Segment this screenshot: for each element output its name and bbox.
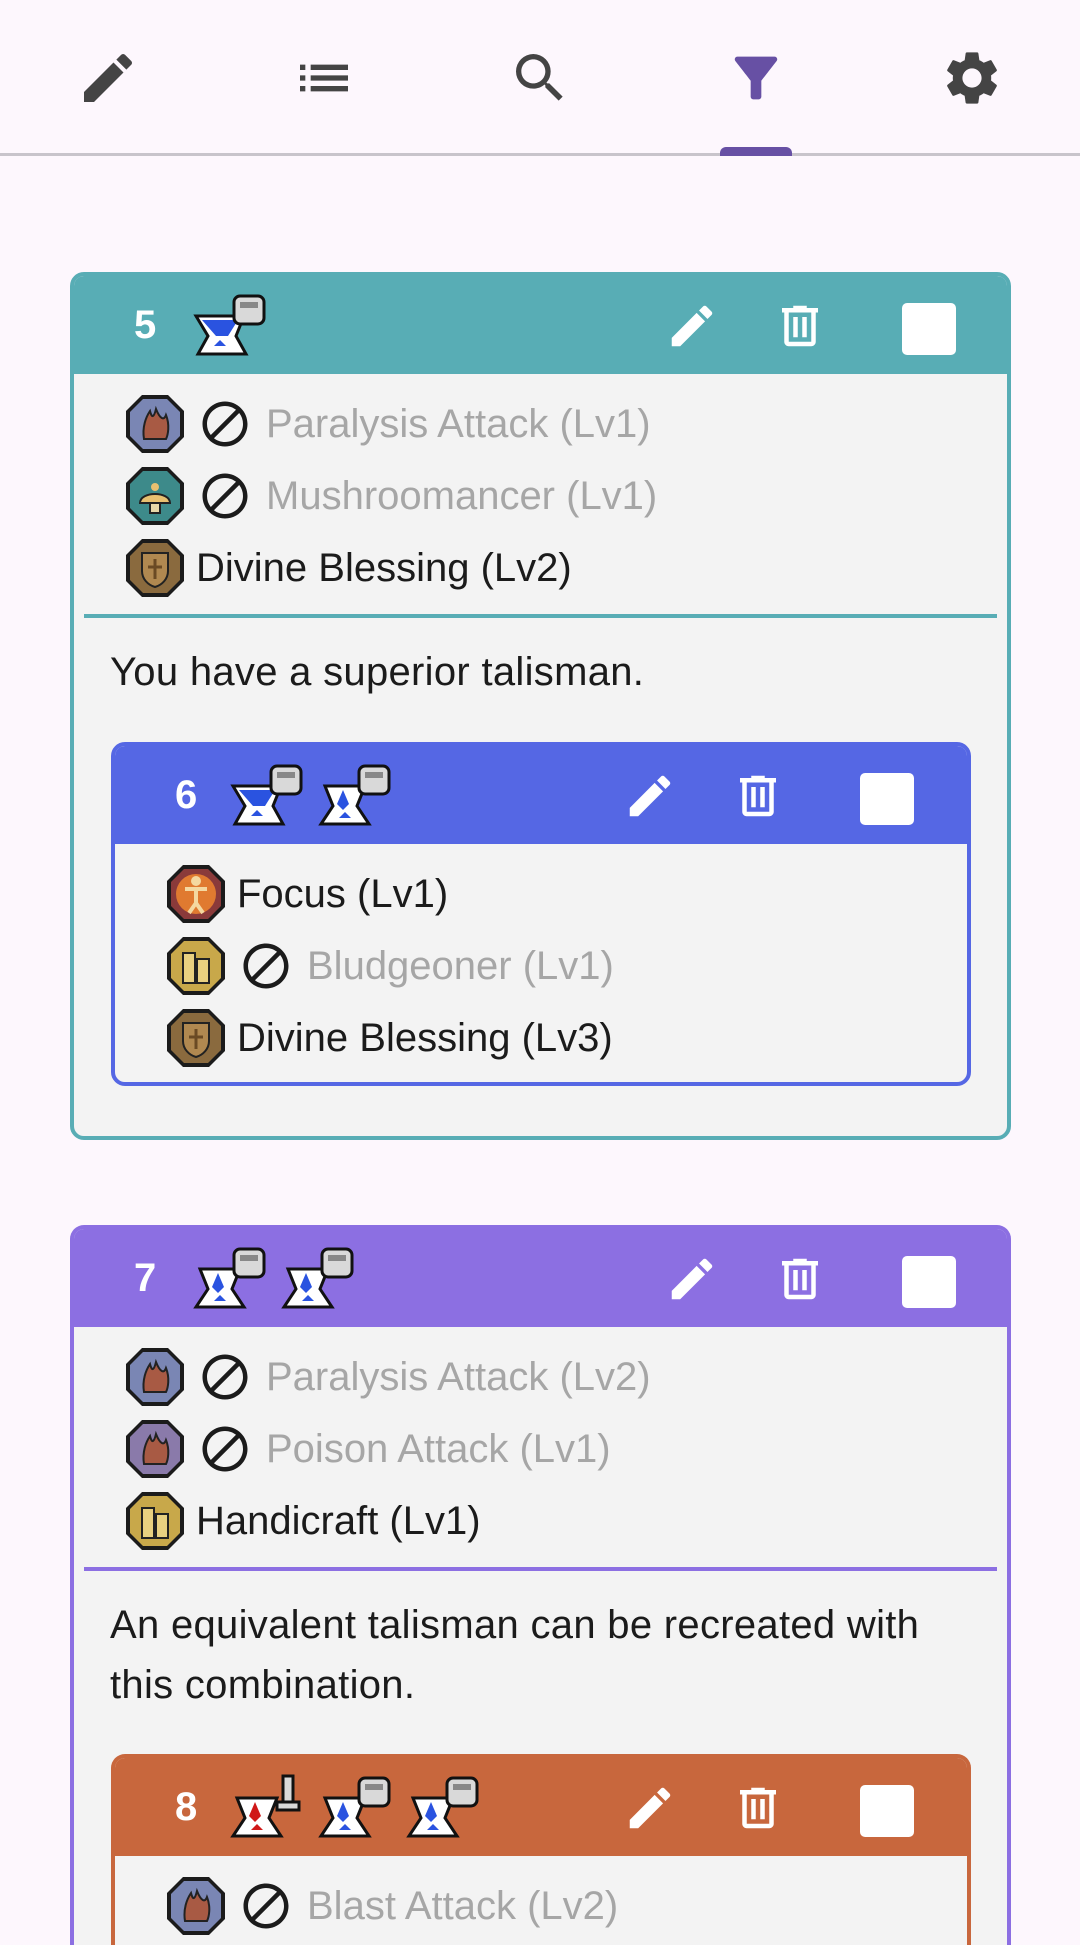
card-number: 7 (134, 1255, 157, 1300)
skill-name: Poison Attack (Lv1) (266, 1426, 611, 1471)
card-header: 8 (115, 1758, 967, 1856)
delete-button[interactable] (730, 1780, 786, 1836)
skill-row: Paralysis Attack (Lv2) (124, 1341, 1007, 1413)
card-number: 8 (175, 1784, 198, 1829)
select-checkbox[interactable] (902, 303, 956, 355)
excluded-icon (243, 1883, 289, 1929)
filter-icon (734, 56, 778, 100)
charm-blue-icon (403, 1772, 485, 1842)
trash-icon (740, 775, 776, 817)
talisman-card-7: 7 Paralysis Attack (Lv2) Poison Attack (… (70, 1225, 1011, 1945)
charm-blue-icon (315, 1772, 397, 1842)
skill-row: Paralysis Attack (Lv1) (124, 388, 1007, 460)
excluded-icon (243, 943, 289, 989)
delete-button[interactable] (772, 1251, 828, 1307)
card-number: 5 (134, 302, 157, 347)
charm-icons (227, 760, 397, 830)
skill-row: Divine Blessing (Lv2) (124, 532, 1007, 604)
list-icon (300, 64, 348, 92)
skill-name: Paralysis Attack (Lv2) (266, 1354, 651, 1399)
excluded-icon (202, 473, 248, 519)
skill-row: Focus (Lv1) (165, 858, 967, 930)
card-number: 6 (175, 772, 198, 817)
skill-row: Handicraft (Lv1) (124, 1485, 1007, 1557)
tab-filter[interactable] (648, 0, 864, 156)
edit-button[interactable] (664, 298, 720, 354)
blast-skill-icon (165, 1875, 227, 1937)
focus-skill-icon (165, 863, 227, 925)
select-checkbox[interactable] (860, 773, 914, 825)
delete-button[interactable] (772, 298, 828, 354)
charm-icons (190, 290, 272, 360)
skill-row: Divine Blessing (Lv3) (165, 1002, 967, 1074)
charm-icons (227, 1772, 485, 1842)
trash-icon (782, 1258, 818, 1300)
card-header: 6 (115, 746, 967, 844)
tab-settings[interactable] (864, 0, 1080, 156)
paralysis-skill-icon (124, 393, 186, 455)
skill-name: Paralysis Attack (Lv1) (266, 401, 651, 446)
skill-name: Bludgeoner (Lv1) (307, 943, 614, 988)
excluded-icon (202, 1426, 248, 1472)
craft-skill-icon (165, 935, 227, 997)
selected-tab-indicator (720, 147, 792, 156)
trash-icon (782, 305, 818, 347)
excluded-icon (202, 401, 248, 447)
pencil-icon (629, 775, 671, 817)
skill-name: Handicraft (Lv1) (196, 1498, 481, 1543)
pencil-icon (84, 53, 133, 102)
skill-name: Mushroomancer (Lv1) (266, 473, 658, 518)
charm-blue-icon (190, 290, 272, 360)
excluded-icon (202, 1354, 248, 1400)
skill-row: Poison Attack (Lv1) (124, 1413, 1007, 1485)
skill-list: Paralysis Attack (Lv2) Poison Attack (Lv… (74, 1327, 1007, 1567)
charm-blue-icon (227, 760, 309, 830)
delete-button[interactable] (730, 768, 786, 824)
pencil-icon (629, 1787, 671, 1829)
charm-blue-icon (278, 1243, 360, 1313)
mushroom-skill-icon (124, 465, 186, 527)
skill-name: Divine Blessing (Lv3) (237, 1015, 613, 1060)
skill-list: Focus (Lv1) Bludgeoner (Lv1) Divine Bles… (115, 844, 967, 1084)
select-checkbox[interactable] (902, 1256, 956, 1308)
charm-icons (190, 1243, 360, 1313)
top-navigation-bar (0, 0, 1080, 156)
tab-edit[interactable] (0, 0, 216, 156)
charm-blue-icon (190, 1243, 272, 1313)
skill-list: Blast Attack (Lv2) (115, 1856, 967, 1945)
talisman-card-5: 5 Paralysis Attack (Lv1) Mushroomancer (… (70, 272, 1011, 1140)
charm-red-icon (227, 1772, 309, 1842)
talisman-card-6: 6 Focus (Lv1) Bludgeoner (Lv1) Divine Bl… (111, 742, 971, 1086)
skill-row: Mushroomancer (Lv1) (124, 460, 1007, 532)
poison-skill-icon (124, 1418, 186, 1480)
edit-button[interactable] (664, 1251, 720, 1307)
skill-row: Bludgeoner (Lv1) (165, 930, 967, 1002)
skill-list: Paralysis Attack (Lv1) Mushroomancer (Lv… (74, 374, 1007, 614)
card-header: 7 (74, 1229, 1007, 1327)
skill-name: Focus (Lv1) (237, 871, 449, 916)
trash-icon (740, 1787, 776, 1829)
search-icon (516, 54, 563, 101)
charm-blue-icon (315, 760, 397, 830)
skill-name: Blast Attack (Lv2) (307, 1883, 619, 1928)
skill-row: Blast Attack (Lv2) (165, 1870, 967, 1942)
select-checkbox[interactable] (860, 1785, 914, 1837)
card-header: 5 (74, 276, 1007, 374)
tab-search[interactable] (432, 0, 648, 156)
edit-button[interactable] (622, 768, 678, 824)
card-note: You have a superior talisman. (110, 650, 645, 694)
gear-icon (947, 52, 997, 104)
card-note: An equivalent talisman can be recreated … (110, 1603, 920, 1707)
shield-skill-icon (124, 537, 186, 599)
tab-list[interactable] (216, 0, 432, 156)
pencil-icon (671, 1258, 713, 1300)
skill-name: Divine Blessing (Lv2) (196, 545, 572, 590)
shield-skill-icon (165, 1007, 227, 1069)
talisman-card-8: 8 Blast Attack (Lv2) (111, 1754, 971, 1945)
craft-skill-icon (124, 1490, 186, 1552)
pencil-icon (671, 305, 713, 347)
paralysis-skill-icon (124, 1346, 186, 1408)
edit-button[interactable] (622, 1780, 678, 1836)
